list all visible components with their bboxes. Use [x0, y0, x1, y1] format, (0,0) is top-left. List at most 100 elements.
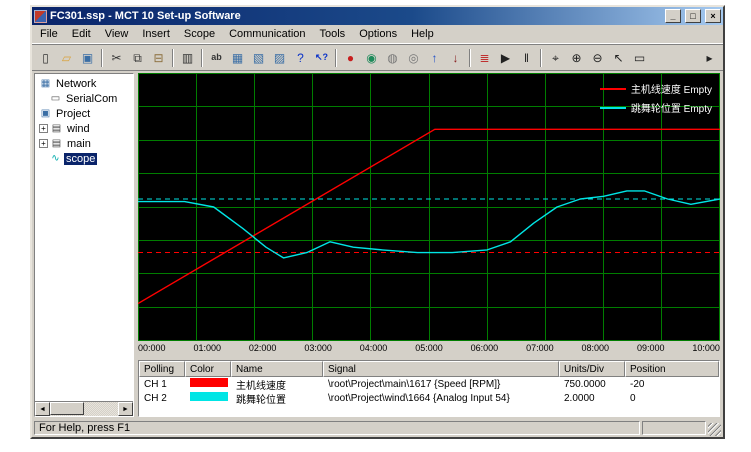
app-icon	[34, 10, 47, 23]
tree-item-label: main	[65, 138, 93, 150]
new-icon[interactable]: ▯	[35, 48, 56, 68]
menu-edit[interactable]: Edit	[65, 26, 98, 42]
header-position[interactable]: Position	[625, 361, 719, 377]
scroll-right-icon[interactable]: ►	[118, 402, 133, 416]
legend-line-sample	[600, 88, 626, 90]
paste-icon[interactable]: ⊟	[148, 48, 169, 68]
app-window: FC301.ssp - MCT 10 Set-up Software _ □ ×…	[30, 5, 725, 439]
toolbar-overflow-icon[interactable]: ▸	[699, 48, 720, 68]
table-grid-icon[interactable]: ▨	[269, 48, 290, 68]
zoom-out-icon[interactable]: ⊖	[587, 48, 608, 68]
header-units-div[interactable]: Units/Div	[559, 361, 625, 377]
drive-icon: ▤	[50, 123, 63, 134]
cell-name: 跳舞轮位置	[231, 391, 323, 406]
scrollbar-thumb[interactable]	[50, 402, 84, 415]
header-signal[interactable]: Signal	[323, 361, 559, 377]
scope-legend: 主机线速度 Empty 跳舞轮位置 Empty	[600, 81, 712, 115]
status-bar: For Help, press F1	[32, 419, 723, 437]
menu-help[interactable]: Help	[404, 26, 441, 42]
x-tick: 05:000	[415, 343, 443, 356]
play-icon[interactable]: ▶	[495, 48, 516, 68]
menu-communication[interactable]: Communication	[222, 26, 312, 42]
tree-item-wind[interactable]: + ▤ wind	[36, 121, 132, 136]
tree-item-scope[interactable]: ∿ scope	[36, 151, 132, 166]
legend-entry-ch2: 跳舞轮位置 Empty	[600, 100, 712, 115]
x-tick: 07:000	[526, 343, 554, 356]
cell-position: -20	[625, 379, 719, 390]
tree-item-serialcom[interactable]: ▭ SerialCom	[36, 91, 132, 106]
header-color[interactable]: Color	[185, 361, 231, 377]
x-tick: 03:000	[304, 343, 332, 356]
project-tree: ▦ Network ▭ SerialCom ▣ Project + ▤ wind	[35, 74, 133, 401]
expand-plus-icon[interactable]: +	[39, 124, 48, 133]
legend-line-sample	[600, 107, 626, 109]
menu-bar: File Edit View Insert Scope Communicatio…	[32, 25, 723, 44]
scrollbar-track[interactable]	[50, 402, 118, 416]
connect-icon[interactable]: ◉	[361, 48, 382, 68]
pointer-icon[interactable]: ↖	[608, 48, 629, 68]
pause-icon[interactable]: ‖	[516, 48, 537, 68]
insert-text-icon[interactable]: ab	[206, 48, 227, 68]
zoom-in-icon[interactable]: ⊕	[566, 48, 587, 68]
x-tick: 06:000	[471, 343, 499, 356]
cell-color	[185, 392, 231, 404]
menu-options[interactable]: Options	[352, 26, 404, 42]
header-name[interactable]: Name	[231, 361, 323, 377]
x-tick: 08:000	[582, 343, 610, 356]
scope-panel: 主机线速度 Empty 跳舞轮位置 Empty 00:000 01:000 02…	[137, 73, 721, 417]
cell-units-div: 2.0000	[559, 393, 625, 404]
color-swatch-ch2	[190, 392, 228, 401]
minimize-button[interactable]: _	[665, 9, 681, 23]
menu-tools[interactable]: Tools	[313, 26, 353, 42]
project-grid-icon[interactable]: ▦	[227, 48, 248, 68]
crosshair-icon[interactable]: ⌖	[545, 48, 566, 68]
maximize-button[interactable]: □	[685, 9, 701, 23]
legend-label: 主机线速度 Empty	[631, 81, 712, 96]
stop-icon[interactable]: ●	[340, 48, 361, 68]
table-row-ch2[interactable]: CH 2 跳舞轮位置 \root\Project\wind\1664 {Anal…	[139, 391, 719, 405]
select-box-icon[interactable]: ▭	[629, 48, 650, 68]
tree-item-label: SerialCom	[64, 93, 119, 105]
menu-view[interactable]: View	[98, 26, 136, 42]
project-tree-panel: ▦ Network ▭ SerialCom ▣ Project + ▤ wind	[34, 73, 134, 417]
channel-table: Polling Color Name Signal Units/Div Posi…	[138, 360, 720, 417]
expand-plus-icon[interactable]: +	[39, 139, 48, 148]
download-icon[interactable]: ↓	[445, 48, 466, 68]
resize-grip[interactable]	[708, 423, 721, 436]
toolbar-separator	[172, 49, 174, 67]
window-title: FC301.ssp - MCT 10 Set-up Software	[50, 10, 661, 22]
status-sub-panel	[642, 421, 706, 435]
save-icon[interactable]: ▣	[77, 48, 98, 68]
tree-item-main[interactable]: + ▤ main	[36, 136, 132, 151]
menu-scope[interactable]: Scope	[177, 26, 222, 42]
open-icon[interactable]: ▱	[56, 48, 77, 68]
table-row-ch1[interactable]: CH 1 主机线速度 \root\Project\main\1617 {Spee…	[139, 377, 719, 391]
context-help-icon[interactable]: ↖?	[311, 48, 332, 68]
header-polling[interactable]: Polling	[139, 361, 185, 377]
menu-insert[interactable]: Insert	[135, 26, 177, 42]
cell-signal: \root\Project\main\1617 {Speed [RPM]}	[323, 379, 559, 390]
tree-item-network[interactable]: ▦ Network	[36, 76, 132, 91]
tree-horizontal-scrollbar[interactable]: ◄ ►	[35, 401, 133, 416]
curves-icon[interactable]: ≣	[474, 48, 495, 68]
tree-item-project[interactable]: ▣ Project	[36, 106, 132, 121]
menu-file[interactable]: File	[33, 26, 65, 42]
scroll-left-icon[interactable]: ◄	[35, 402, 50, 416]
title-bar: FC301.ssp - MCT 10 Set-up Software _ □ ×	[32, 7, 723, 25]
copy-icon[interactable]: ⧉	[127, 48, 148, 68]
toolbar-separator	[540, 49, 542, 67]
toolbar-separator	[469, 49, 471, 67]
upload-icon[interactable]: ↑	[424, 48, 445, 68]
cut-icon[interactable]: ✂	[106, 48, 127, 68]
scope-waveform-icon: ∿	[49, 153, 62, 164]
record-icon[interactable]: ◍	[382, 48, 403, 68]
scope-plot[interactable]: 主机线速度 Empty 跳舞轮位置 Empty	[138, 73, 720, 341]
print-icon[interactable]: ▥	[177, 48, 198, 68]
drive-icon: ▤	[50, 138, 63, 149]
network-grid-icon[interactable]: ▧	[248, 48, 269, 68]
sync-icon[interactable]: ◎	[403, 48, 424, 68]
x-tick: 00:000	[138, 343, 166, 356]
help-icon[interactable]: ?	[290, 48, 311, 68]
close-button[interactable]: ×	[705, 9, 721, 23]
x-tick: 10:000	[692, 343, 720, 356]
